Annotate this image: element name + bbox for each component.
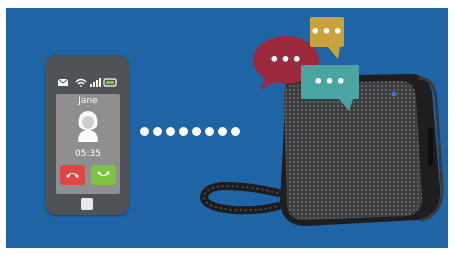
decline-call-icon <box>66 173 79 178</box>
phone-status-bar <box>57 78 117 87</box>
hero-illustration: Jane 05:35 ••• ••• ••• <box>6 8 448 248</box>
chat-bubble-teal-dots: ••• <box>313 72 347 91</box>
phone-screen: Jane 05:35 <box>56 94 120 194</box>
connection-dot <box>140 127 149 136</box>
connection-dot <box>179 127 188 136</box>
answer-call-button[interactable] <box>91 165 116 185</box>
call-timer: 05:35 <box>75 149 101 159</box>
phone: Jane 05:35 <box>45 55 129 215</box>
person-icon <box>78 111 98 142</box>
decline-call-button[interactable] <box>60 165 85 185</box>
wifi-icon <box>75 78 87 87</box>
connection-dot <box>153 127 162 136</box>
home-button[interactable] <box>81 198 93 210</box>
speaker-lanyard <box>199 181 282 215</box>
speaker-side-button <box>428 128 433 166</box>
speaker-indicator-light <box>391 91 397 97</box>
mail-icon <box>57 78 69 86</box>
answer-call-icon <box>97 171 110 176</box>
chat-bubble-gold-dots: ••• <box>310 22 344 41</box>
battery-icon <box>103 78 117 87</box>
signal-icon <box>90 78 101 87</box>
connection-dot <box>166 127 175 136</box>
caller-name: Jane <box>78 96 98 106</box>
